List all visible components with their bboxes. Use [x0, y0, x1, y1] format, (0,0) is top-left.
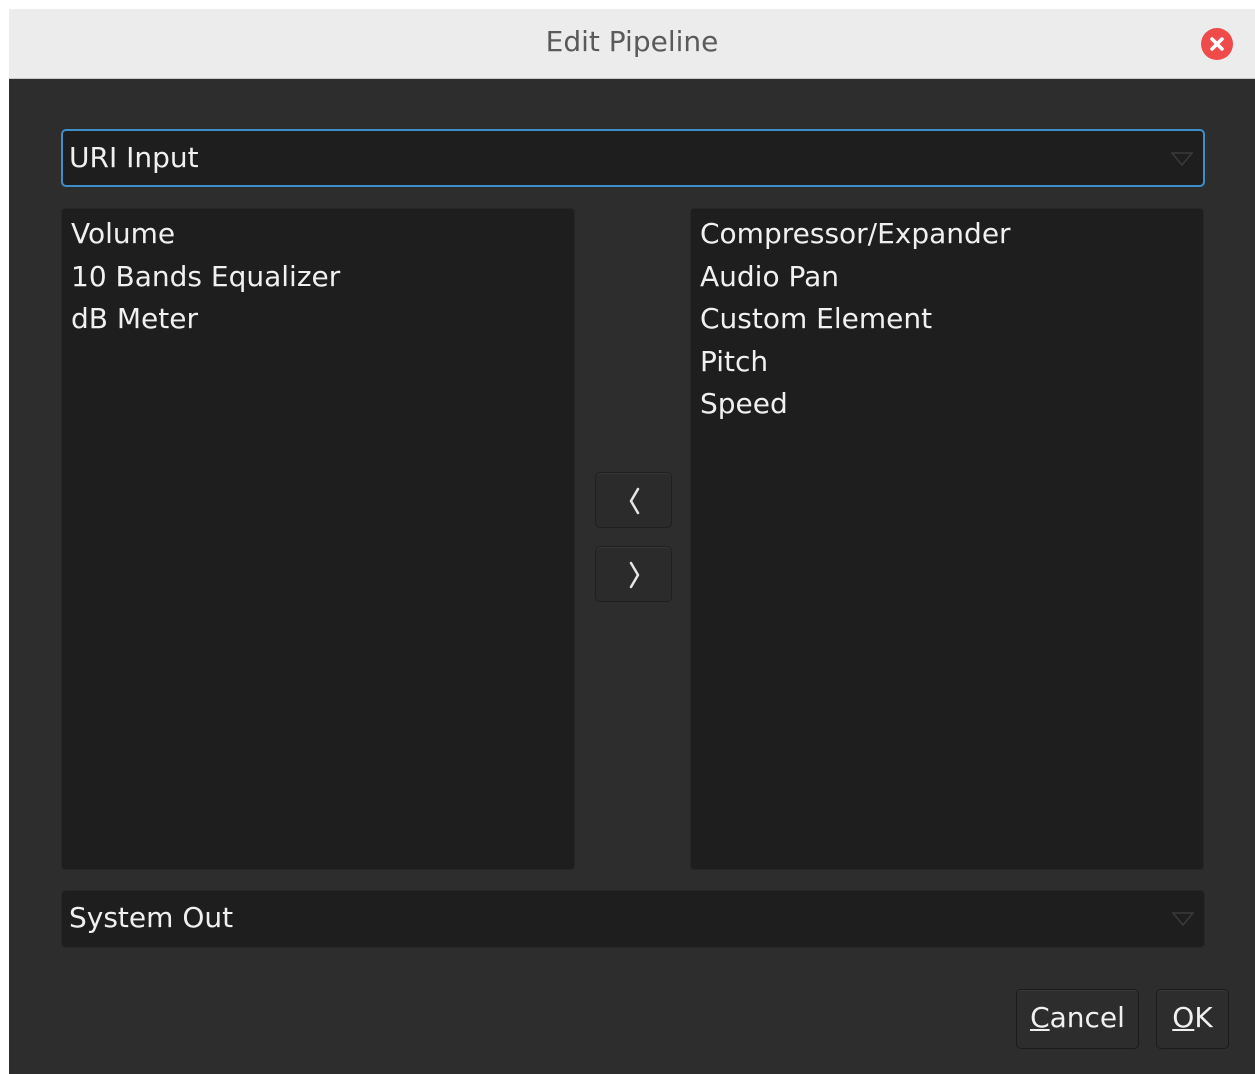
- dropdown-triangle-icon: [1172, 912, 1194, 927]
- move-right-button[interactable]: [595, 546, 672, 602]
- ok-button[interactable]: OK: [1156, 989, 1229, 1049]
- window-title: Edit Pipeline: [545, 25, 719, 58]
- edit-pipeline-dialog: Edit Pipeline URI Input Volume 10 Bands E…: [9, 9, 1255, 1074]
- input-element-combo[interactable]: URI Input: [61, 129, 1205, 187]
- output-element-value: System Out: [69, 901, 234, 934]
- ok-label: K: [1194, 1001, 1213, 1034]
- chevron-left-icon: [629, 487, 640, 515]
- chevron-right-icon: [629, 561, 640, 589]
- input-element-value: URI Input: [69, 141, 199, 174]
- list-item[interactable]: Audio Pan: [691, 256, 1203, 299]
- title-bar[interactable]: Edit Pipeline: [9, 9, 1255, 79]
- list-item[interactable]: dB Meter: [62, 298, 574, 341]
- list-item[interactable]: Volume: [62, 213, 574, 256]
- close-icon: [1210, 37, 1224, 51]
- output-element-combo[interactable]: System Out: [61, 890, 1205, 948]
- cancel-label: ancel: [1049, 1001, 1125, 1034]
- cancel-button[interactable]: Cancel: [1016, 989, 1139, 1049]
- available-plugins-list[interactable]: Compressor/Expander Audio Pan Custom Eleme…: [690, 208, 1204, 870]
- list-item[interactable]: Speed: [691, 383, 1203, 426]
- ok-mnemonic: O: [1172, 1001, 1195, 1034]
- dropdown-triangle-icon: [1171, 152, 1193, 167]
- list-item[interactable]: Compressor/Expander: [691, 213, 1203, 256]
- list-item[interactable]: Pitch: [691, 341, 1203, 384]
- move-left-button[interactable]: [595, 472, 672, 528]
- cancel-mnemonic: C: [1030, 1001, 1050, 1034]
- list-item[interactable]: 10 Bands Equalizer: [62, 256, 574, 299]
- list-item[interactable]: Custom Element: [691, 298, 1203, 341]
- active-plugins-list[interactable]: Volume 10 Bands Equalizer dB Meter: [61, 208, 575, 870]
- close-button[interactable]: [1201, 28, 1233, 60]
